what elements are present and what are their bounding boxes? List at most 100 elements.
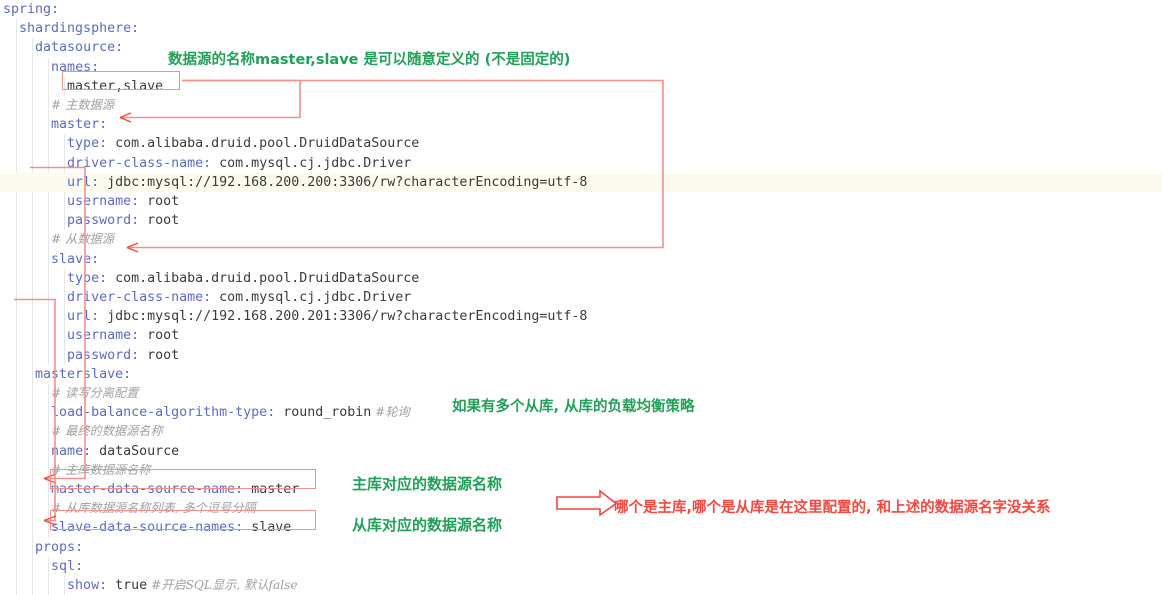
yaml-key: password: [67, 347, 140, 363]
code-line[interactable]: load-balance-algorithm-type: round_robin… [0, 403, 1162, 422]
yaml-value: root [139, 347, 180, 363]
yaml-comment: #开启SQL显示, 默认false [147, 578, 298, 592]
code-line[interactable]: username: root [0, 192, 1162, 211]
yaml-key: url: [67, 174, 100, 190]
yaml-comment: # 从数据源 [51, 232, 114, 247]
yaml-value: com.alibaba.druid.pool.DruidDataSource [107, 136, 420, 152]
code-line[interactable]: # 读写分离配置 [0, 384, 1162, 403]
code-line[interactable]: datasource: [0, 38, 1162, 57]
code-line[interactable]: master-data-source-name: master [0, 480, 1162, 499]
yaml-value: dataSource [91, 443, 180, 459]
code-line[interactable]: spring: [0, 0, 1162, 19]
yaml-key: spring: [3, 2, 60, 17]
yaml-key: sql: [51, 558, 84, 574]
yaml-value: com.mysql.cj.jdbc.Driver [211, 290, 412, 305]
yaml-key: driver-class-name: [67, 290, 212, 305]
yaml-key: master-data-source-name: [51, 482, 244, 497]
code-line[interactable]: # 主库数据源名称 [0, 461, 1162, 480]
yaml-value: round_robin [275, 405, 372, 421]
yaml-value: slave [243, 520, 292, 536]
code-line[interactable]: props: [0, 538, 1162, 557]
yaml-key: load-balance-algorithm-type: [51, 405, 276, 421]
code-line[interactable]: master,slave [0, 77, 1162, 96]
code-line[interactable]: name: dataSource [0, 442, 1162, 461]
code-line[interactable]: username: root [0, 326, 1162, 345]
yaml-key: shardingsphere: [19, 21, 140, 37]
yaml-key: master: [51, 117, 108, 133]
yaml-value: root [139, 194, 180, 209]
yaml-key: names: [51, 59, 100, 75]
code-line[interactable]: slave-data-source-names: slave [0, 518, 1162, 537]
code-line[interactable]: # 从数据源 [0, 230, 1162, 249]
code-line[interactable]: type: com.alibaba.druid.pool.DruidDataSo… [0, 134, 1162, 153]
code-line[interactable]: driver-class-name: com.mysql.cj.jdbc.Dri… [0, 154, 1162, 173]
yaml-value: master,slave [67, 78, 164, 94]
code-line[interactable]: sql: [0, 557, 1162, 576]
yaml-key: name: [51, 443, 92, 459]
yaml-key: driver-class-name: [67, 155, 212, 171]
yaml-key: type: [67, 270, 108, 286]
yaml-key: password: [67, 213, 140, 229]
yaml-comment: # 从库数据源名称列表, 多个逗号分隔 [51, 501, 256, 516]
code-line[interactable]: password: root [0, 346, 1162, 365]
code-line[interactable]: # 从库数据源名称列表, 多个逗号分隔 [0, 499, 1162, 518]
yaml-key: username: [67, 328, 140, 344]
yaml-key: show: [67, 578, 108, 593]
code-line[interactable]: url: jdbc:mysql://192.168.200.201:3306/r… [0, 307, 1162, 326]
code-line[interactable]: password: root [0, 211, 1162, 230]
code-line[interactable]: type: com.alibaba.druid.pool.DruidDataSo… [0, 269, 1162, 288]
yaml-code-editor[interactable]: spring: shardingsphere: datasource: name… [0, 0, 1162, 595]
code-line[interactable]: names: [0, 58, 1162, 77]
code-line[interactable]: # 主数据源 [0, 96, 1162, 115]
yaml-key: masterslave: [35, 366, 132, 382]
yaml-key: url: [67, 309, 100, 325]
yaml-comment: # 最终的数据源名称 [51, 424, 163, 439]
yaml-value: com.mysql.cj.jdbc.Driver [211, 155, 412, 171]
yaml-key: slave-data-source-names: [51, 520, 244, 536]
code-line[interactable]: url: jdbc:mysql://192.168.200.200:3306/r… [0, 172, 1162, 192]
code-line[interactable]: driver-class-name: com.mysql.cj.jdbc.Dri… [0, 288, 1162, 307]
yaml-comment: # 读写分离配置 [51, 386, 139, 400]
yaml-value: root [139, 213, 180, 229]
yaml-key: props: [35, 539, 84, 555]
code-line[interactable]: # 最终的数据源名称 [0, 422, 1162, 441]
code-line[interactable]: slave: [0, 250, 1162, 269]
code-line[interactable]: master: [0, 115, 1162, 134]
code-line[interactable]: shardingsphere: [0, 19, 1162, 38]
yaml-key: slave: [51, 251, 100, 267]
code-line[interactable]: masterslave: [0, 365, 1162, 384]
yaml-key: type: [67, 136, 108, 152]
yaml-value: jdbc:mysql://192.168.200.200:3306/rw?cha… [99, 174, 588, 190]
yaml-comment: #轮询 [371, 405, 410, 420]
code-line[interactable]: show: true #开启SQL显示, 默认false [0, 576, 1162, 595]
yaml-key: datasource: [35, 40, 124, 56]
yaml-value: com.alibaba.druid.pool.DruidDataSource [107, 270, 420, 286]
yaml-key: username: [67, 194, 140, 209]
yaml-comment: # 主库数据源名称 [51, 462, 151, 477]
